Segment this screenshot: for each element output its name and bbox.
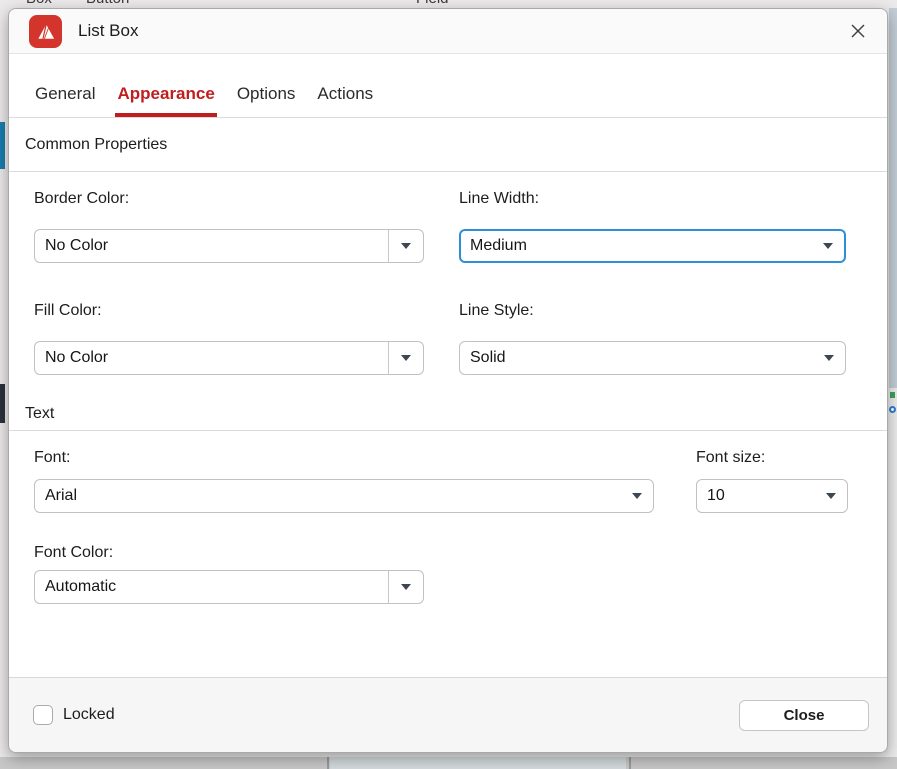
line-style-dropdown-button[interactable]: [813, 342, 845, 374]
chevron-down-icon: [401, 243, 411, 249]
dialog-footer: Locked Close: [9, 677, 887, 752]
dialog-titlebar: List Box: [9, 9, 887, 54]
background-left-panel-dark: [0, 384, 5, 423]
border-color-dropdown-button[interactable]: [388, 230, 423, 262]
font-size-dropdown-button[interactable]: [815, 480, 847, 512]
chevron-down-icon: [823, 243, 833, 249]
chevron-down-icon: [401, 355, 411, 361]
field-font: Font: Arial: [34, 449, 654, 513]
fill-color-label: Fill Color:: [34, 302, 424, 320]
background-green-mark: [890, 392, 895, 398]
background-label-field: Field: [416, 0, 449, 7]
field-line-style: Line Style: Solid: [459, 302, 846, 375]
background-label-button: Button: [86, 0, 129, 7]
font-color-dropdown[interactable]: Automatic: [34, 570, 424, 604]
background-label-box: Box: [26, 0, 52, 7]
field-border-color: Border Color: No Color: [34, 190, 424, 263]
tab-appearance[interactable]: Appearance: [115, 84, 216, 117]
field-font-color: Font Color: Automatic: [34, 544, 424, 604]
line-style-label: Line Style:: [459, 302, 846, 320]
font-dropdown-button[interactable]: [621, 480, 653, 512]
dialog-tabbar: General Appearance Options Actions: [9, 54, 887, 118]
line-width-dropdown[interactable]: Medium: [459, 229, 846, 263]
section-heading-common-properties: Common Properties: [9, 118, 887, 172]
background-right-edge-blue: [889, 8, 897, 388]
chevron-down-icon: [826, 493, 836, 499]
chevron-down-icon: [632, 493, 642, 499]
font-size-label: Font size:: [696, 449, 848, 467]
line-width-dropdown-button[interactable]: [812, 231, 844, 261]
background-left-panel-accent: [0, 122, 5, 169]
common-properties-content: Border Color: No Color Line Width: Mediu…: [9, 172, 887, 375]
background-document-patch: [330, 757, 626, 769]
locked-checkbox[interactable]: [33, 705, 53, 725]
acrobat-app-icon: [29, 15, 62, 48]
background-divider-line: [629, 757, 631, 769]
background-blue-mark: [889, 406, 896, 413]
list-box-properties-dialog: List Box General Appearance Options Acti…: [8, 8, 888, 753]
tab-options[interactable]: Options: [235, 84, 298, 117]
border-color-dropdown[interactable]: No Color: [34, 229, 424, 263]
font-label: Font:: [34, 449, 654, 467]
background-document-strip: [0, 757, 897, 769]
chevron-down-icon: [401, 584, 411, 590]
text-section-content: Font: Arial Font size: 10 Font Color: Au…: [9, 431, 887, 604]
field-font-size: Font size: 10: [696, 449, 848, 513]
acrobat-logo-glyph: [34, 20, 57, 43]
locked-label: Locked: [63, 706, 115, 724]
field-line-width: Line Width: Medium: [459, 190, 846, 263]
field-fill-color: Fill Color: No Color: [34, 302, 424, 375]
fill-color-dropdown-button[interactable]: [388, 342, 423, 374]
font-size-dropdown[interactable]: 10: [696, 479, 848, 513]
background-divider-line: [327, 757, 329, 769]
tab-actions[interactable]: Actions: [315, 84, 375, 117]
section-heading-text: Text: [9, 405, 887, 431]
line-width-label: Line Width:: [459, 190, 846, 208]
tab-general[interactable]: General: [33, 84, 97, 117]
background-right-edge: [889, 8, 897, 757]
font-dropdown[interactable]: Arial: [34, 479, 654, 513]
fill-color-dropdown[interactable]: No Color: [34, 341, 424, 375]
line-style-dropdown[interactable]: Solid: [459, 341, 846, 375]
close-button[interactable]: Close: [739, 700, 869, 731]
font-color-dropdown-button[interactable]: [388, 571, 423, 603]
chevron-down-icon: [824, 355, 834, 361]
border-color-label: Border Color:: [34, 190, 424, 208]
close-icon[interactable]: [847, 20, 869, 42]
dialog-title: List Box: [78, 21, 138, 41]
font-color-label: Font Color:: [34, 544, 424, 562]
